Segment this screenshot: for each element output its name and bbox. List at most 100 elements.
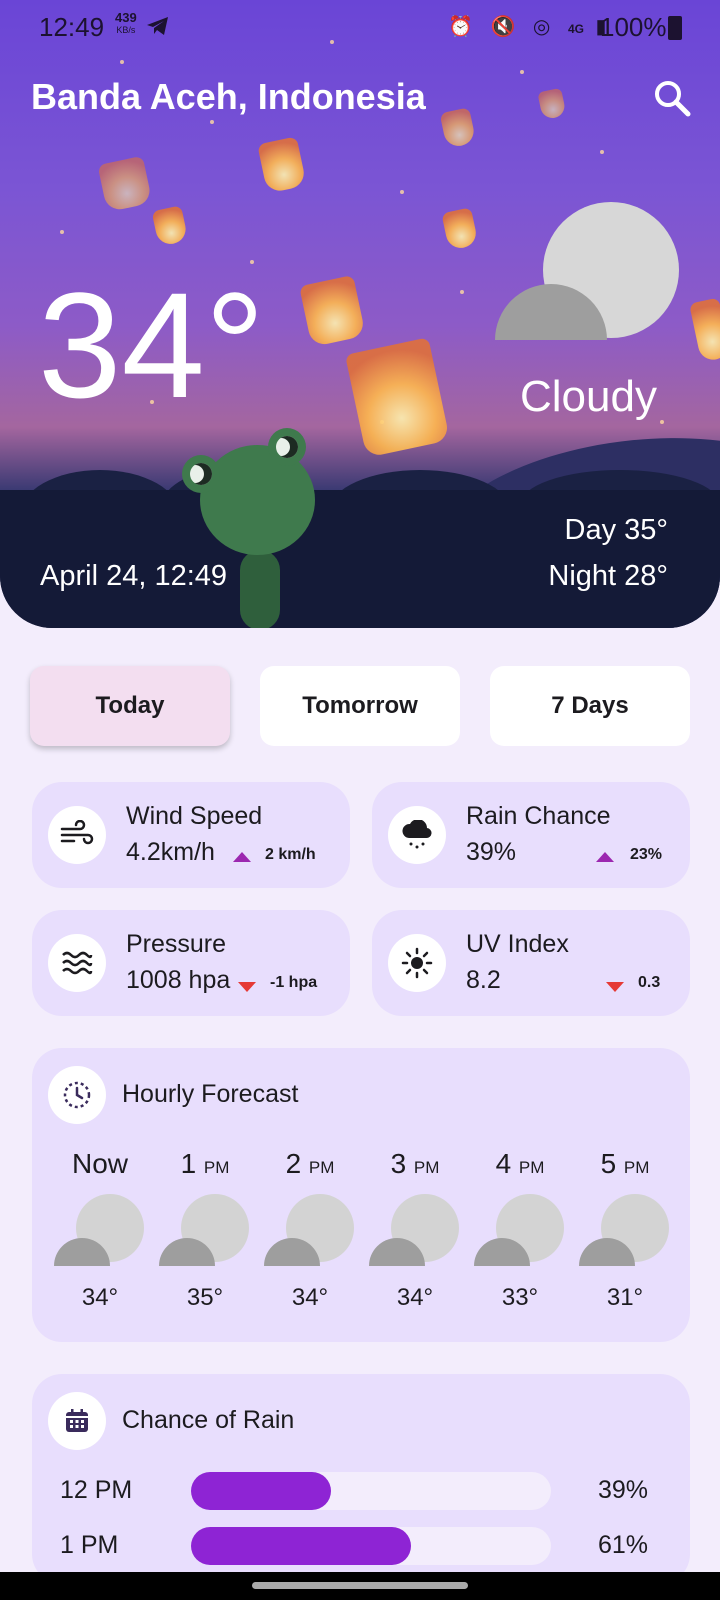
wind-icon <box>48 806 106 864</box>
rain-progress-fill <box>191 1472 332 1510</box>
rain-time-label: 12 PM <box>60 1476 133 1504</box>
hourly-temperature: 35° <box>186 1284 224 1311</box>
home-indicator[interactable] <box>252 1582 468 1589</box>
star <box>400 190 404 194</box>
frog-eye <box>182 455 220 493</box>
cloudy-icon <box>495 202 679 340</box>
rain-chance-value: 39% <box>466 838 517 866</box>
sun-icon <box>388 934 446 992</box>
rain-percent: 61% <box>598 1531 649 1559</box>
hourly-hour: 2 <box>285 1148 302 1179</box>
rain-cloud-icon <box>388 806 446 864</box>
hourly-suffix: PM <box>518 1158 545 1177</box>
rain-time-label: 1 PM <box>60 1531 119 1559</box>
chance-of-rain-title: Chance of Rain <box>122 1406 295 1434</box>
frog-eye <box>268 428 306 466</box>
night-temperature: Night 28° <box>548 560 668 592</box>
date-time: April 24, 12:49 <box>40 560 228 592</box>
hourly-forecast-title: Hourly Forecast <box>122 1080 299 1108</box>
day-temperature: Day 35° <box>564 514 668 546</box>
wind-speed-card[interactable]: Wind Speed 4.2km/h 2 km/h <box>32 782 350 888</box>
weather-condition: Cloudy <box>520 372 657 421</box>
hourly-time: 1 PM <box>153 1148 257 1180</box>
frog-legs <box>240 550 280 628</box>
cloudy-icon <box>264 1194 354 1266</box>
rain-progress-track <box>191 1472 551 1510</box>
weather-hero: 12:49 439 KB/s ⏰ 🔇 ◎ 4G ▮ 100% Banda Aceh… <box>0 0 720 628</box>
calendar-icon <box>48 1392 106 1450</box>
tab-tomorrow[interactable]: Tomorrow <box>260 666 460 746</box>
rain-percent: 39% <box>598 1476 649 1504</box>
cloudy-icon <box>159 1194 249 1266</box>
hourly-time: 3 PM <box>363 1148 467 1180</box>
battery-icon <box>668 16 682 40</box>
rain-chance-card[interactable]: Rain Chance 39% 23% <box>372 782 690 888</box>
telegram-icon <box>147 17 168 35</box>
hourly-temperature: 34° <box>396 1284 434 1311</box>
uv-index-label: UV Index <box>466 930 569 958</box>
wind-speed-label: Wind Speed <box>126 802 263 830</box>
up-arrow-icon <box>596 852 614 862</box>
hourly-hour: 4 <box>495 1148 512 1179</box>
pressure-value: 1008 hpa <box>126 966 231 994</box>
star <box>660 420 664 424</box>
hourly-temperature: 34° <box>291 1284 329 1311</box>
tab-today[interactable]: Today <box>30 666 230 746</box>
uv-index-value: 8.2 <box>466 966 501 994</box>
lantern <box>689 297 720 363</box>
hourly-time: 2 PM <box>258 1148 362 1180</box>
status-time: 12:49 <box>39 12 105 42</box>
lantern <box>97 155 153 213</box>
lantern <box>537 87 567 121</box>
up-arrow-icon <box>233 852 251 862</box>
pressure-delta: -1 hpa <box>270 974 318 991</box>
hourly-hour: Now <box>71 1148 128 1179</box>
star <box>60 230 64 234</box>
city-name: Banda Aceh, Indonesia <box>31 76 426 117</box>
star <box>460 290 464 294</box>
star <box>120 60 124 64</box>
rain-progress-fill <box>191 1527 411 1565</box>
lantern <box>345 337 450 458</box>
lantern <box>151 205 189 247</box>
hourly-temperature: 33° <box>501 1284 539 1311</box>
down-arrow-icon <box>238 982 256 992</box>
pressure-card[interactable]: Pressure 1008 hpa -1 hpa <box>32 910 350 1016</box>
star <box>210 120 214 124</box>
hourly-hour: 3 <box>390 1148 407 1179</box>
hourly-suffix: PM <box>203 1158 230 1177</box>
lantern <box>439 107 477 149</box>
uv-index-card[interactable]: UV Index 8.2 0.3 <box>372 910 690 1016</box>
status-bar: 12:49 439 KB/s ⏰ 🔇 ◎ 4G ▮ 100% <box>0 0 720 56</box>
network-speed: 439 KB/s <box>115 10 137 36</box>
wind-speed-value: 4.2km/h <box>126 838 215 866</box>
hourly-suffix: PM <box>308 1158 335 1177</box>
current-temperature: 34° <box>38 261 265 429</box>
status-icons: ⏰ 🔇 ◎ 4G ▮ <box>448 16 613 38</box>
hourly-temperature: 34° <box>81 1284 119 1311</box>
clock-icon <box>48 1066 106 1124</box>
tab-7-days[interactable]: 7 Days <box>490 666 690 746</box>
down-arrow-icon <box>606 982 624 992</box>
hourly-temperature: 31° <box>606 1284 644 1311</box>
battery-percent: 100% <box>600 12 667 42</box>
pressure-label: Pressure <box>126 930 227 958</box>
rain-chance-delta: 23% <box>630 846 663 863</box>
network-speed-value: 439 <box>115 10 137 25</box>
hourly-suffix: PM <box>623 1158 650 1177</box>
rain-progress-track <box>191 1527 551 1565</box>
waves-icon <box>48 934 106 992</box>
wind-speed-delta: 2 km/h <box>265 846 316 863</box>
network-speed-unit: KB/s <box>116 25 136 35</box>
hourly-time: 5 PM <box>573 1148 677 1180</box>
hourly-suffix: PM <box>413 1158 440 1177</box>
star <box>600 150 604 154</box>
treeline <box>0 490 720 628</box>
cloudy-icon <box>579 1194 669 1266</box>
cloudy-icon <box>54 1194 144 1266</box>
search-icon[interactable] <box>652 78 692 118</box>
lantern <box>441 207 479 251</box>
network-type: 4G <box>567 22 584 36</box>
hourly-hour: 5 <box>600 1148 617 1179</box>
lantern <box>257 136 307 194</box>
